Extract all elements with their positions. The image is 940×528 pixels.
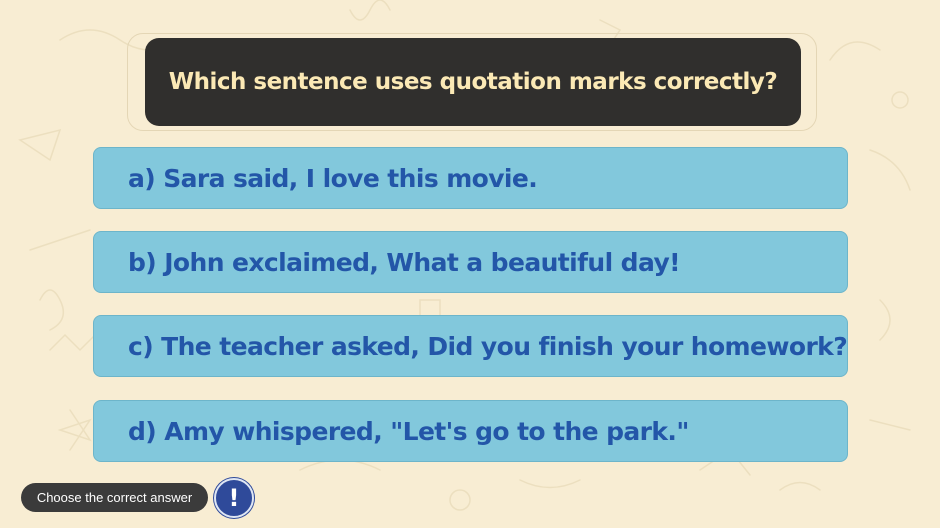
answer-option-label: c) The teacher asked, Did you finish you… xyxy=(128,331,848,361)
question-text: Which sentence uses quotation marks corr… xyxy=(168,69,778,95)
answer-option-c[interactable]: c) The teacher asked, Did you finish you… xyxy=(93,315,848,377)
exclamation-button[interactable]: ! xyxy=(214,478,254,518)
exclamation-icon: ! xyxy=(228,484,240,512)
answer-option-label: b) John exclaimed, What a beautiful day! xyxy=(128,247,681,277)
answer-option-label: a) Sara said, I love this movie. xyxy=(128,163,538,193)
question-card: Which sentence uses quotation marks corr… xyxy=(145,38,801,126)
answer-option-b[interactable]: b) John exclaimed, What a beautiful day! xyxy=(93,231,848,293)
answer-option-a[interactable]: a) Sara said, I love this movie. xyxy=(93,147,848,209)
instruction-text: Choose the correct answer xyxy=(36,490,193,505)
instruction-badge: Choose the correct answer xyxy=(21,483,208,512)
answer-option-label: d) Amy whispered, "Let's go to the park.… xyxy=(128,416,689,446)
answer-option-d[interactable]: d) Amy whispered, "Let's go to the park.… xyxy=(93,400,848,462)
